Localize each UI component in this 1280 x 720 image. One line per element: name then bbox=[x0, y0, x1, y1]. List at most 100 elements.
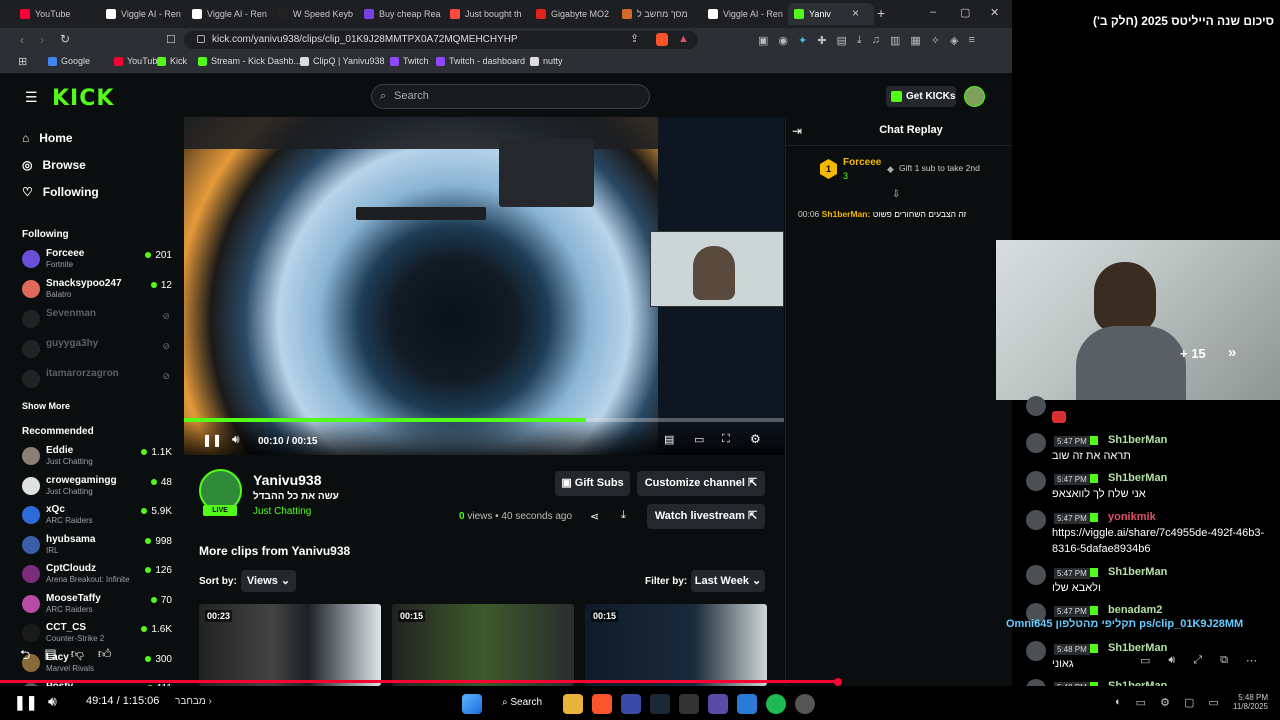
close-window-icon[interactable]: ✕ bbox=[990, 6, 999, 19]
channel-category[interactable]: Just Chatting bbox=[253, 506, 311, 517]
show-more-button[interactable]: Show More bbox=[22, 401, 70, 411]
channel-item[interactable]: MooseTaffy ARC Raiders 70 bbox=[22, 593, 172, 619]
vpn-icon[interactable]: ◈ bbox=[950, 34, 958, 47]
browser-tab[interactable]: Yaniv bbox=[788, 3, 874, 25]
clip-card[interactable]: 00:15 bbox=[392, 604, 574, 686]
nav-following[interactable]: ♡ Following bbox=[22, 185, 99, 199]
brave-rewards-icon[interactable]: ▲ bbox=[678, 33, 689, 45]
channel-item[interactable]: Eddie Just Chatting 1.1K bbox=[22, 445, 172, 471]
get-kicks-button[interactable]: Get KICKs bbox=[886, 86, 956, 107]
browser-tab[interactable]: Just bought th bbox=[444, 3, 530, 25]
channel-name[interactable]: Yanivu938 bbox=[253, 472, 322, 488]
channel-item[interactable]: guyyga3hy ⊘ bbox=[22, 338, 172, 364]
minimize-icon[interactable]: – bbox=[930, 6, 936, 18]
channel-item[interactable]: Sevenman ⊘ bbox=[22, 308, 172, 334]
browser-tab[interactable]: Gigabyte MO2 bbox=[530, 3, 616, 25]
channel-item[interactable]: Forceee Fortnite 201 bbox=[22, 248, 172, 274]
reload-icon[interactable]: ↻ bbox=[60, 32, 70, 46]
theater-icon[interactable]: ▭ bbox=[694, 433, 704, 446]
app-icon[interactable] bbox=[621, 694, 641, 714]
dislike-icon[interactable]: 👎︎ bbox=[71, 646, 84, 668]
settings-icon[interactable]: ⚙ bbox=[1160, 696, 1170, 709]
comment-icon[interactable]: ▤ bbox=[44, 646, 56, 668]
clip-card[interactable]: 00:15 bbox=[585, 604, 767, 686]
channel-item[interactable]: CCT_CS Counter-Strike 2 1.6K bbox=[22, 622, 172, 648]
url-field[interactable]: kick.com/yanivu938/clips/clip_01K9J28MMT… bbox=[184, 31, 698, 49]
collapse-chat-icon[interactable]: ⇥ bbox=[792, 124, 802, 138]
caption-icon[interactable]: ▭ bbox=[1136, 696, 1146, 709]
cast-icon[interactable]: ▭ bbox=[1208, 696, 1218, 709]
menu-icon[interactable]: ≡ bbox=[968, 34, 974, 47]
browser-tab[interactable]: YouTube bbox=[14, 3, 100, 25]
customize-channel-button[interactable]: Customize channel ⇱ bbox=[637, 471, 765, 496]
close-tab-icon[interactable]: × bbox=[852, 6, 859, 20]
puzzle-icon[interactable]: ✚ bbox=[817, 34, 826, 47]
extension-icon[interactable]: ✦ bbox=[798, 34, 807, 47]
bookmark-item[interactable]: Stream - Kick Dashb... bbox=[198, 56, 301, 66]
player-progress-bar[interactable] bbox=[0, 680, 839, 683]
app-icon[interactable] bbox=[679, 694, 699, 714]
site-info-icon[interactable] bbox=[197, 35, 205, 43]
channel-item[interactable]: crowegamingg Just Chatting 48 bbox=[22, 475, 172, 501]
sort-dropdown[interactable]: Views ⌄ bbox=[241, 570, 296, 592]
clip-card[interactable]: 00:23 bbox=[199, 604, 381, 686]
caption-icon[interactable]: ▭ bbox=[1140, 654, 1150, 667]
volume-icon[interactable]: 🔊︎ bbox=[1168, 654, 1175, 667]
apps-icon[interactable]: ⊞ bbox=[18, 55, 27, 68]
browser-tab[interactable]: W Speed Keyb bbox=[272, 3, 358, 25]
extension-icon[interactable]: ◉ bbox=[778, 34, 788, 47]
brave-icon[interactable] bbox=[592, 694, 612, 714]
app-icon[interactable] bbox=[708, 694, 728, 714]
nav-browse[interactable]: ◎ Browse bbox=[22, 158, 86, 172]
share-icon[interactable]: ⇪ bbox=[630, 32, 639, 45]
browser-tab[interactable]: Viggle AI - Ren bbox=[186, 3, 272, 25]
video-progress-bar[interactable] bbox=[184, 418, 784, 422]
bookmark-item[interactable]: nutty bbox=[530, 56, 563, 66]
taskbar-search[interactable]: ⌕ Search bbox=[502, 697, 542, 708]
forward-icon[interactable]: › bbox=[40, 33, 44, 47]
chapter-label[interactable]: מבחבר › bbox=[175, 696, 212, 707]
wallet-icon[interactable]: ▦ bbox=[910, 34, 920, 47]
channel-item[interactable]: itamarorzagron ⊘ bbox=[22, 368, 172, 394]
new-tab-icon[interactable]: + bbox=[877, 5, 885, 21]
gift-subs-button[interactable]: ▣ Gift Subs bbox=[555, 471, 630, 496]
volume-icon[interactable]: 🔊︎ bbox=[48, 693, 57, 710]
channel-item[interactable]: xQc ARC Raiders 5.9K bbox=[22, 504, 172, 530]
menu-icon[interactable]: ☰ bbox=[25, 89, 38, 106]
bookmark-item[interactable]: ClipQ | Yanivu938 bbox=[300, 56, 385, 66]
bookmark-item[interactable]: Kick bbox=[157, 56, 187, 66]
like-icon[interactable]: 👍︎ bbox=[98, 646, 112, 668]
back-icon[interactable]: ‹ bbox=[20, 33, 24, 47]
file-explorer-icon[interactable] bbox=[563, 694, 583, 714]
bookmark-item[interactable]: Google bbox=[48, 56, 90, 66]
expand-icon[interactable]: ⇩ bbox=[892, 189, 900, 200]
download-icon[interactable]: ⤓ bbox=[621, 509, 626, 522]
browser-tab[interactable]: Viggle AI - Ren bbox=[702, 3, 788, 25]
channel-item[interactable]: hyubsama IRL 998 bbox=[22, 534, 172, 560]
fullscreen-icon[interactable]: ⛶ bbox=[722, 433, 730, 446]
browser-tab[interactable]: מסך מחשב ל bbox=[616, 3, 702, 25]
brave-shield-icon[interactable] bbox=[656, 33, 668, 46]
volume-icon[interactable]: 🔊︎ bbox=[232, 432, 240, 447]
media-icon[interactable] bbox=[795, 694, 815, 714]
more-videos-badge[interactable]: + 15 bbox=[1180, 346, 1206, 361]
back-arrow-icon[interactable]: ⮌ bbox=[20, 646, 30, 668]
watch-livestream-button[interactable]: Watch livestream ⇱ bbox=[647, 504, 765, 529]
expand-icon[interactable]: ⤢ bbox=[1193, 654, 1202, 667]
media-icon[interactable]: ♫ bbox=[872, 34, 880, 47]
sidebar-icon[interactable]: ▥ bbox=[890, 34, 900, 47]
spotify-icon[interactable] bbox=[766, 694, 786, 714]
pause-icon[interactable]: ❚❚ bbox=[202, 433, 222, 447]
bookmark-item[interactable]: Twitch bbox=[390, 56, 429, 66]
download-icon[interactable]: ⤓ bbox=[857, 34, 862, 47]
bookmark-icon[interactable]: ☐ bbox=[166, 33, 176, 46]
more-icon[interactable]: ⋯ bbox=[1246, 654, 1257, 667]
browser-tab[interactable]: Buy cheap Rea bbox=[358, 3, 444, 25]
user-avatar[interactable] bbox=[964, 86, 985, 107]
search-input[interactable]: ⌕ Search bbox=[371, 84, 650, 109]
maximize-icon[interactable]: ▢ bbox=[960, 6, 970, 19]
kick-logo[interactable]: KICK bbox=[52, 86, 114, 111]
channel-item[interactable]: CptCloudz Arena Breakout: Infinite 126 bbox=[22, 563, 172, 589]
next-icon[interactable]: » bbox=[1228, 344, 1236, 361]
steam-icon[interactable] bbox=[650, 694, 670, 714]
